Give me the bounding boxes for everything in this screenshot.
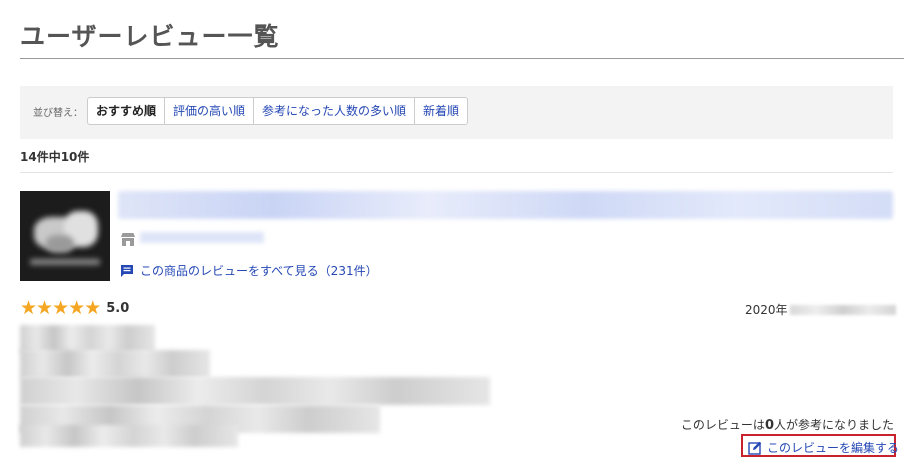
shop-icon	[121, 233, 135, 246]
page-title: ユーザーレビュー一覧	[20, 22, 280, 51]
star-icons: ★★★★★	[20, 297, 102, 319]
star-icon: ★	[52, 297, 70, 319]
all-reviews-link-label: この商品のレビューをすべて見る（231件）	[140, 264, 378, 278]
sort-label: 並び替え：	[33, 108, 83, 119]
review-body-line-5	[20, 425, 238, 447]
sort-tab-recommended[interactable]: おすすめ順	[88, 98, 164, 124]
all-reviews-link[interactable]: この商品のレビューをすべて見る（231件）	[120, 262, 378, 279]
title-divider	[20, 58, 904, 59]
product-thumbnail[interactable]	[20, 191, 110, 281]
star-icon: ★	[20, 297, 38, 319]
sort-tab-most-helpful[interactable]: 参考になった人数の多い順	[253, 98, 414, 124]
product-name-redacted[interactable]	[118, 191, 893, 219]
sort-tab-highest-rated[interactable]: 評価の高い順	[164, 98, 253, 124]
shop-name-redacted[interactable]	[140, 232, 264, 243]
star-icon: ★	[84, 297, 102, 319]
sort-tab-newest[interactable]: 新着順	[414, 98, 467, 124]
helpful-count: 0	[764, 418, 774, 433]
sort-tabs: おすすめ順 評価の高い順 参考になった人数の多い順 新着順	[87, 97, 469, 125]
rating-value: 5.0	[106, 301, 130, 316]
result-count: 14件中10件	[20, 150, 90, 164]
star-icon: ★	[68, 297, 86, 319]
review-body-line-3	[20, 377, 490, 405]
helpful-count-text: このレビューは0人が参考になりました	[681, 416, 894, 433]
edit-icon	[748, 441, 762, 455]
review-date: 2020年	[745, 301, 896, 318]
review-body-line-2	[20, 350, 210, 378]
review-date-redacted	[789, 304, 896, 315]
sort-panel: 並び替え： おすすめ順 評価の高い順 参考になった人数の多い順 新着順	[20, 86, 893, 139]
star-rating: ★★★★★ 5.0	[20, 299, 129, 318]
review-body-line-1	[20, 325, 155, 353]
helpful-suffix: 人が参考になりました	[773, 418, 894, 432]
count-divider	[20, 172, 893, 173]
helpful-prefix: このレビューは	[680, 418, 765, 432]
edit-review-link[interactable]: このレビューを編集する	[748, 439, 899, 456]
review-list-icon	[121, 264, 133, 277]
review-date-prefix: 2020年	[745, 303, 788, 317]
star-icon: ★	[36, 297, 54, 319]
edit-review-label: このレビューを編集する	[767, 441, 900, 455]
